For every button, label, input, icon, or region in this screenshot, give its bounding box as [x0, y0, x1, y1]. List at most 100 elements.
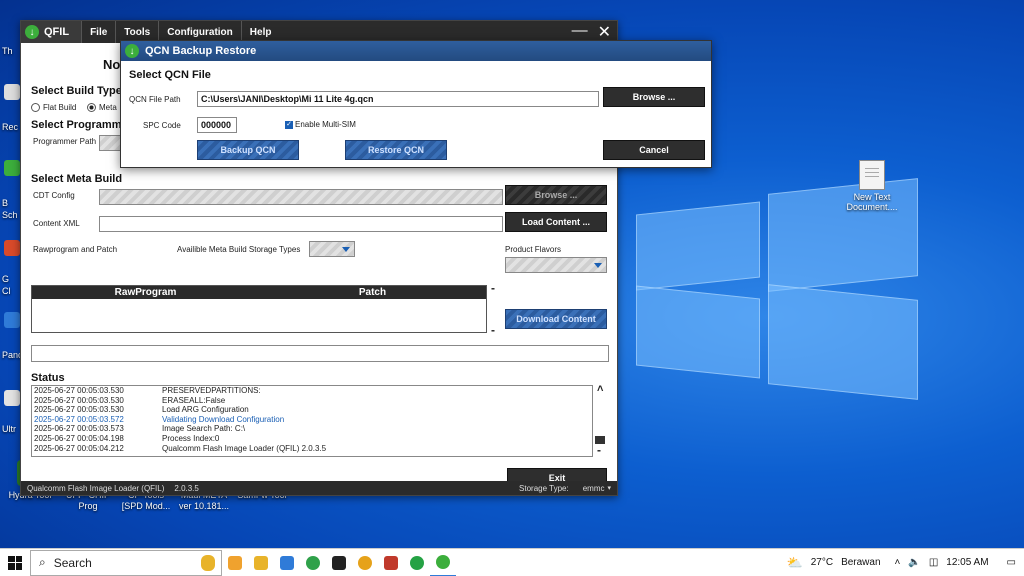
minimize-icon[interactable]: — [572, 22, 588, 42]
patch-column-header: Patch [358, 287, 387, 298]
status-line: 2025-06-27 00:05:03.530 PRESERVEDPARTITIO… [32, 386, 592, 396]
enable-multi-sim-label: Enable Multi-SIM [295, 120, 356, 129]
qcn-titlebar[interactable]: ↓ QCN Backup Restore [121, 41, 711, 61]
status-log[interactable]: 2025-06-27 00:05:03.530 PRESERVEDPARTITIO… [31, 385, 593, 457]
content-xml-field[interactable] [99, 216, 503, 232]
desktop-label-fragment[interactable]: B [2, 198, 8, 208]
qcn-browse-button[interactable]: Browse ... [603, 87, 705, 107]
status-line: 2025-06-27 00:05:03.572 Validating Downlo… [32, 415, 592, 425]
qcn-file-path-field[interactable]: C:\Users\JANI\Desktop\Mi 11 Lite 4g.qcn [197, 91, 599, 107]
product-flavors-dropdown[interactable] [505, 257, 607, 273]
desktop-label-fragment[interactable]: G [2, 274, 9, 284]
backup-qcn-button[interactable]: Backup QCN [197, 140, 299, 160]
app-icon[interactable] [4, 160, 20, 176]
table-dash: - [491, 281, 495, 295]
footer-app-name: Qualcomm Flash Image Loader (QFIL) [27, 483, 165, 493]
status-line: 2025-06-27 00:05:04.198 Process Index:0 [32, 434, 592, 444]
storage-type-value[interactable]: emmc [583, 484, 605, 493]
select-qcn-file-heading: Select QCN File [129, 69, 211, 81]
scroll-up-icon[interactable]: ˄ [597, 383, 603, 395]
rawprogram-and-patch-label: Rawprogram and Patch [33, 245, 118, 254]
search-label: Search [53, 555, 92, 570]
taskbar-app[interactable] [404, 549, 430, 576]
search-icon: ⌕ [39, 555, 46, 569]
status-message: Qualcomm Flash Image Loader (QFIL) 2.0.3… [162, 443, 327, 453]
chrome-icon [306, 555, 320, 570]
temperature[interactable]: 27°C [811, 557, 833, 568]
desktop-label-fragment[interactable]: Cl [2, 286, 11, 296]
storage-types-dropdown[interactable] [309, 241, 355, 257]
taskbar-app[interactable] [300, 549, 326, 576]
network-icon[interactable]: ◫ [929, 557, 938, 568]
status-message: Validating Download Configuration [162, 414, 285, 424]
taskbar-search[interactable]: ⌕ Search [30, 549, 222, 576]
notification-icon[interactable]: ▭ [1007, 557, 1016, 568]
cdt-browse-button[interactable]: Browse ... [505, 185, 607, 205]
status-line: 2025-06-27 00:05:03.573 Image Search Path… [32, 424, 592, 434]
app-icon [384, 555, 398, 570]
progress-field [31, 345, 609, 362]
taskbar-app[interactable] [274, 549, 300, 576]
app-icon [358, 555, 372, 570]
status-line: 2025-06-27 00:05:03.530 ERASEALL:False [32, 396, 592, 406]
weather-condition[interactable]: Berawan [841, 557, 880, 568]
close-icon[interactable]: ✕ [598, 22, 611, 42]
qcn-logo-icon: ↓ [125, 44, 139, 58]
speaker-icon[interactable]: 🔈 [908, 557, 920, 568]
desktop-label-fragment[interactable]: Sch [2, 210, 18, 220]
taskbar-app[interactable] [222, 549, 248, 576]
meta-build-label: Meta [99, 103, 117, 112]
file-explorer-icon [254, 555, 268, 570]
download-content-button[interactable]: Download Content [505, 309, 607, 329]
weather-icon[interactable]: ⛅ [787, 555, 803, 571]
rawprogram-patch-table: RawProgram Patch [31, 285, 487, 333]
app-icon[interactable] [4, 390, 20, 406]
qcn-dialog: ↓ QCN Backup Restore Select QCN File QCN… [120, 40, 712, 168]
taskbar-app[interactable] [352, 549, 378, 576]
cdt-config-field[interactable] [99, 189, 503, 205]
radio-unchecked-icon [31, 103, 40, 112]
load-content-button[interactable]: Load Content ... [505, 212, 607, 232]
desktop-file-new-text-document[interactable]: New Text Document.... [842, 160, 902, 212]
status-timestamp: 2025-06-27 00:05:03.530 [34, 386, 124, 395]
status-line: 2025-06-27 00:05:04.212 Qualcomm Flash Im… [32, 444, 592, 454]
spc-code-field[interactable]: 000000 [197, 117, 237, 133]
flat-build-radio[interactable]: Flat Build [31, 103, 76, 112]
enable-multi-sim-checkbox[interactable]: ✓ Enable Multi-SIM [285, 120, 356, 129]
qcn-cancel-button[interactable]: Cancel [603, 140, 705, 160]
text-file-icon [859, 160, 885, 190]
taskbar-app[interactable] [326, 549, 352, 576]
start-button[interactable] [0, 549, 30, 576]
taskbar-app[interactable] [378, 549, 404, 576]
table-dash: - [491, 323, 495, 337]
app-icon[interactable] [4, 312, 20, 328]
storage-types-label: Availible Meta Build Storage Types [177, 245, 301, 254]
wallpaper-pane [636, 201, 760, 291]
footer-version: 2.0.3.5 [174, 483, 199, 493]
cdt-config-label: CDT Config [33, 191, 75, 200]
desktop-label-fragment[interactable]: Rec [2, 122, 18, 132]
qfil-logo: ↓ QFIL [21, 21, 82, 43]
desktop-file-label: Document.... [846, 202, 898, 212]
status-line: 2025-06-27 00:05:03.530 Load ARG Configur… [32, 405, 592, 415]
clock[interactable]: 12:05 AM [946, 557, 988, 568]
copilot-icon [228, 555, 242, 570]
chevron-down-icon[interactable]: ▾ [607, 484, 611, 492]
chevron-up-icon[interactable]: ˄ [895, 557, 901, 568]
programmer-path-field[interactable] [99, 135, 121, 151]
status-timestamp: 2025-06-27 00:05:03.530 [34, 405, 124, 415]
taskbar-app-qfil[interactable] [430, 549, 456, 576]
programmer-path-label: Programmer Path [33, 137, 97, 146]
chrome-icon[interactable] [4, 240, 20, 256]
restore-qcn-button[interactable]: Restore QCN [345, 140, 447, 160]
checkbox-checked-icon: ✓ [285, 120, 293, 129]
status-heading: Status [31, 372, 65, 384]
windows-logo-icon [8, 555, 22, 570]
desktop-label-fragment[interactable]: Ultr [2, 424, 16, 434]
desktop-label-fragment[interactable]: Th [2, 46, 13, 56]
taskbar-app[interactable] [248, 549, 274, 576]
menu-file[interactable]: File [81, 21, 115, 43]
recycle-bin-icon[interactable] [4, 84, 20, 100]
meta-build-radio[interactable]: Meta [87, 103, 117, 112]
status-message: Process Index:0 [162, 433, 220, 443]
